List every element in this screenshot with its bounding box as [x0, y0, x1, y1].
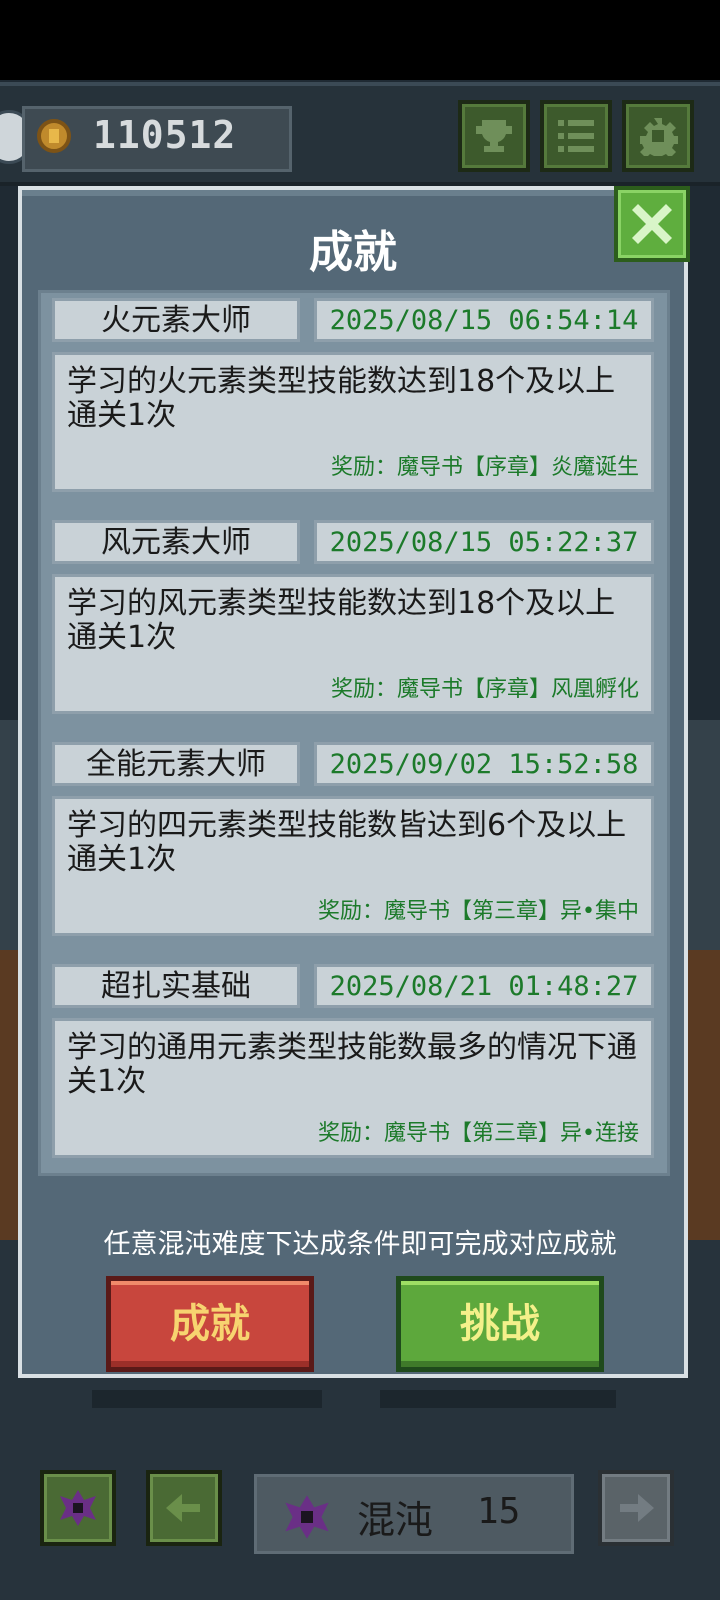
achievement-time: 2025/08/15 05:22:37 [314, 520, 654, 564]
trophy-icon [476, 120, 512, 152]
achievement-name: 火元素大师 [52, 298, 300, 342]
chaos-icon [285, 1495, 329, 1539]
achievement-reward: 奖励：魔导书【序章】风凰孵化 [330, 677, 639, 702]
difficulty-display: 混沌 15 [254, 1474, 574, 1554]
achievement-body: 学习的风元素类型技能数达到18个及以上通关1次 奖励：魔导书【序章】风凰孵化 [52, 574, 654, 714]
achievements-tab-button[interactable]: 成就 [106, 1276, 314, 1372]
difficulty-label: 混沌 [357, 1498, 434, 1542]
achievement-body: 学习的通用元素类型技能数最多的情况下通关1次 奖励：魔导书【第三章】异•连接 [52, 1018, 654, 1158]
achievement-time: 2025/08/21 01:48:27 [314, 964, 654, 1008]
coin-icon [37, 119, 71, 153]
achievement-description: 学习的通用元素类型技能数最多的情况下通关1次 [67, 1030, 637, 1099]
list-button[interactable] [540, 100, 612, 172]
modal-top-border [22, 190, 684, 196]
achievement-reward: 奖励：魔导书【第三章】异•集中 [318, 899, 639, 924]
achievement-time: 2025/09/02 15:52:58 [314, 742, 654, 786]
next-difficulty-button[interactable] [598, 1470, 674, 1546]
close-button[interactable] [614, 186, 690, 262]
difficulty-level: 15 [477, 1491, 521, 1532]
bottom-strip [380, 1390, 616, 1408]
completion-hint: 任意混沌难度下达成条件即可完成对应成就 [103, 1229, 617, 1260]
achievement-description: 学习的四元素类型技能数皆达到6个及以上通关1次 [67, 808, 627, 877]
close-icon [632, 204, 672, 244]
achievement-description: 学习的火元素类型技能数达到18个及以上通关1次 [67, 364, 616, 433]
top-bar: 110512 [0, 82, 720, 186]
chaos-icon [60, 1490, 96, 1526]
settings-button[interactable] [622, 100, 694, 172]
gear-icon [640, 118, 678, 156]
achievement-reward: 奖励：魔导书【序章】炎魔诞生 [330, 455, 639, 480]
achievement-description: 学习的风元素类型技能数达到18个及以上通关1次 [67, 586, 616, 655]
arrow-right-icon [620, 1494, 654, 1522]
arrow-left-icon [166, 1494, 200, 1522]
achievement-name: 超扎实基础 [52, 964, 300, 1008]
achievement-name: 全能元素大师 [52, 742, 300, 786]
achievement-body: 学习的火元素类型技能数达到18个及以上通关1次 奖励：魔导书【序章】炎魔诞生 [52, 352, 654, 492]
chaos-select-button[interactable] [40, 1470, 116, 1546]
achievement-body: 学习的四元素类型技能数皆达到6个及以上通关1次 奖励：魔导书【第三章】异•集中 [52, 796, 654, 936]
trophy-button[interactable] [458, 100, 530, 172]
coin-counter: 110512 [22, 106, 292, 172]
bottom-strip [92, 1390, 322, 1408]
list-icon [558, 120, 594, 152]
achievement-time: 2025/08/15 06:54:14 [314, 298, 654, 342]
prev-difficulty-button[interactable] [146, 1470, 222, 1546]
achievement-reward: 奖励：魔导书【第三章】异•连接 [318, 1121, 639, 1146]
modal-title: 成就 [309, 227, 397, 278]
coin-value: 110512 [93, 113, 237, 157]
achievement-name: 风元素大师 [52, 520, 300, 564]
challenge-tab-button[interactable]: 挑战 [396, 1276, 604, 1372]
